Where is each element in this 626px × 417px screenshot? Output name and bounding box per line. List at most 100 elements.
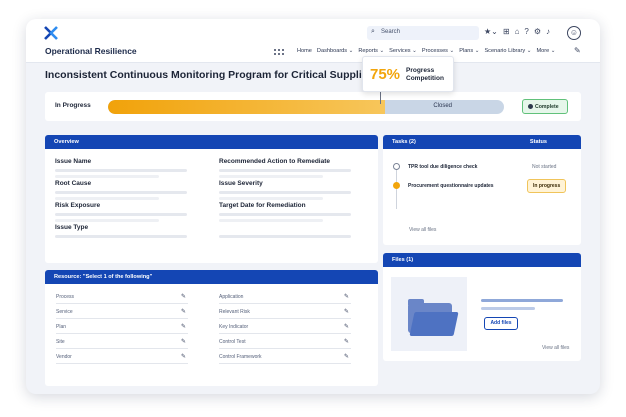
progress-callout-label: Progress Competition bbox=[406, 67, 444, 82]
edit-pencil-icon[interactable]: ✎ bbox=[181, 338, 186, 345]
status-badge: In progress bbox=[527, 179, 567, 193]
star-icon[interactable]: ★⌄ bbox=[484, 26, 498, 38]
resource-divider bbox=[219, 303, 351, 304]
tasks-title: Tasks (2) bbox=[392, 139, 416, 145]
tasks-header: Tasks (2) Status bbox=[383, 135, 581, 149]
edit-pencil-icon[interactable]: ✎ bbox=[181, 293, 186, 300]
resource-divider bbox=[56, 363, 188, 364]
progress-status-label: In Progress bbox=[55, 102, 91, 109]
nav-dashboards[interactable]: Dashboards ⌄ bbox=[317, 48, 353, 54]
field-bar bbox=[55, 169, 187, 172]
nav-scenario-library[interactable]: Scenario Library ⌄ bbox=[484, 48, 531, 54]
resource-divider bbox=[219, 333, 351, 334]
resource-divider bbox=[56, 303, 188, 304]
resource-divider bbox=[219, 318, 351, 319]
edit-pencil-icon[interactable]: ✎ bbox=[574, 46, 581, 55]
resource-header: Resource: "Select 1 of the following" bbox=[45, 270, 378, 284]
edit-pencil-icon[interactable]: ✎ bbox=[344, 308, 349, 315]
field-bar bbox=[55, 175, 159, 178]
search-placeholder: Search bbox=[381, 29, 401, 35]
progress-track: Closed bbox=[108, 100, 504, 114]
top-header: Operational Resilience ⌕ Search ★⌄ ⊞ ⌂ ?… bbox=[26, 19, 600, 63]
callout-pointer bbox=[380, 92, 381, 104]
task-node-active bbox=[393, 182, 400, 189]
app-window: Operational Resilience ⌕ Search ★⌄ ⊞ ⌂ ?… bbox=[26, 19, 600, 394]
logo-icon bbox=[44, 26, 58, 40]
add-files-button[interactable]: Add files bbox=[484, 317, 518, 330]
field-bar bbox=[219, 213, 351, 216]
task-name[interactable]: Procurement questionnaire updates bbox=[408, 183, 494, 189]
folder-panel bbox=[391, 277, 467, 351]
field-bar bbox=[219, 169, 351, 172]
gear-icon[interactable]: ⚙ bbox=[534, 26, 541, 38]
bell-icon[interactable]: ♪ bbox=[546, 26, 550, 38]
nav-processes[interactable]: Processes ⌄ bbox=[422, 48, 454, 54]
resource-divider bbox=[219, 348, 351, 349]
apps-grid-icon[interactable] bbox=[274, 49, 286, 57]
plus-icon[interactable]: ⊞ bbox=[503, 26, 510, 38]
field-bar bbox=[55, 213, 187, 216]
home-icon[interactable]: ⌂ bbox=[515, 26, 520, 38]
edit-pencil-icon[interactable]: ✎ bbox=[181, 353, 186, 360]
field-risk-exposure: Risk Exposure bbox=[55, 202, 101, 209]
resource-item-application: Application bbox=[219, 294, 244, 300]
resource-item-relevant-risk: Relevant Risk bbox=[219, 309, 250, 315]
resource-divider bbox=[56, 318, 188, 319]
resource-item-control-framework: Control Framework bbox=[219, 354, 262, 360]
files-card: Files (1) Add files View all files bbox=[383, 253, 581, 361]
nav-home[interactable]: Home bbox=[297, 48, 312, 54]
nav-reports[interactable]: Reports ⌄ bbox=[358, 48, 384, 54]
field-bar bbox=[219, 175, 323, 178]
resource-item-control-test: Control Test bbox=[219, 339, 246, 345]
field-bar bbox=[219, 191, 351, 194]
resource-item-vendor: Vendor bbox=[56, 354, 72, 360]
progress-fill bbox=[108, 100, 386, 114]
nav-plans[interactable]: Plans ⌄ bbox=[459, 48, 479, 54]
resource-item-key-indicator: Key Indicator bbox=[219, 324, 249, 330]
field-issue-name: Issue Name bbox=[55, 158, 92, 165]
search-icon: ⌕ bbox=[371, 28, 375, 35]
tasks-card: Tasks (2) Status TPR tool due diligence … bbox=[383, 135, 581, 245]
search-input[interactable]: ⌕ Search bbox=[367, 26, 479, 40]
nav-more[interactable]: More ⌄ bbox=[536, 48, 555, 54]
field-bar bbox=[219, 197, 323, 200]
edit-pencil-icon[interactable]: ✎ bbox=[344, 338, 349, 345]
field-bar bbox=[55, 235, 187, 238]
nav-services[interactable]: Services ⌄ bbox=[389, 48, 417, 54]
resource-divider bbox=[56, 333, 188, 334]
tasks-status-header: Status bbox=[529, 139, 547, 145]
task-node-open bbox=[393, 163, 400, 170]
resource-divider bbox=[219, 363, 351, 364]
view-all-link[interactable]: View all files bbox=[409, 227, 436, 233]
resource-divider bbox=[56, 348, 188, 349]
progress-callout: 75% Progress Competition bbox=[362, 56, 454, 92]
field-recommended-action: Recommended Action to Remediate bbox=[219, 158, 331, 165]
field-bar bbox=[219, 235, 351, 238]
resource-item-plan: Plan bbox=[56, 324, 67, 330]
avatar[interactable]: ☺ bbox=[567, 26, 581, 40]
resource-item-site: Site bbox=[56, 339, 65, 345]
view-all-files-link[interactable]: View all files bbox=[542, 345, 569, 351]
field-issue-type: Issue Type bbox=[55, 224, 89, 231]
overview-card: Overview Issue Name Recommended Action t… bbox=[45, 135, 378, 263]
complete-button[interactable]: Complete bbox=[522, 99, 568, 114]
overview-header: Overview bbox=[45, 135, 378, 149]
edit-pencil-icon[interactable]: ✎ bbox=[344, 353, 349, 360]
progress-percent: 75% bbox=[370, 66, 401, 83]
task-name[interactable]: TPR tool due diligence check bbox=[408, 164, 477, 170]
field-bar bbox=[55, 219, 159, 222]
task-status: Not started bbox=[532, 164, 557, 170]
toolbar-icons: ★⌄ ⊞ ⌂ ? ⚙ ♪ bbox=[484, 26, 550, 38]
help-icon[interactable]: ? bbox=[524, 26, 528, 38]
edit-pencil-icon[interactable]: ✎ bbox=[344, 323, 349, 330]
complete-button-label: Complete bbox=[535, 104, 559, 110]
edit-pencil-icon[interactable]: ✎ bbox=[181, 323, 186, 330]
page-title: Inconsistent Continuous Monitoring Progr… bbox=[45, 69, 378, 81]
file-placeholder-line bbox=[481, 299, 563, 302]
edit-pencil-icon[interactable]: ✎ bbox=[181, 308, 186, 315]
edit-pencil-icon[interactable]: ✎ bbox=[344, 293, 349, 300]
resource-card: Resource: "Select 1 of the following" Pr… bbox=[45, 270, 378, 386]
app-title: Operational Resilience bbox=[45, 46, 137, 56]
folder-icon bbox=[409, 312, 459, 336]
field-bar bbox=[55, 191, 187, 194]
